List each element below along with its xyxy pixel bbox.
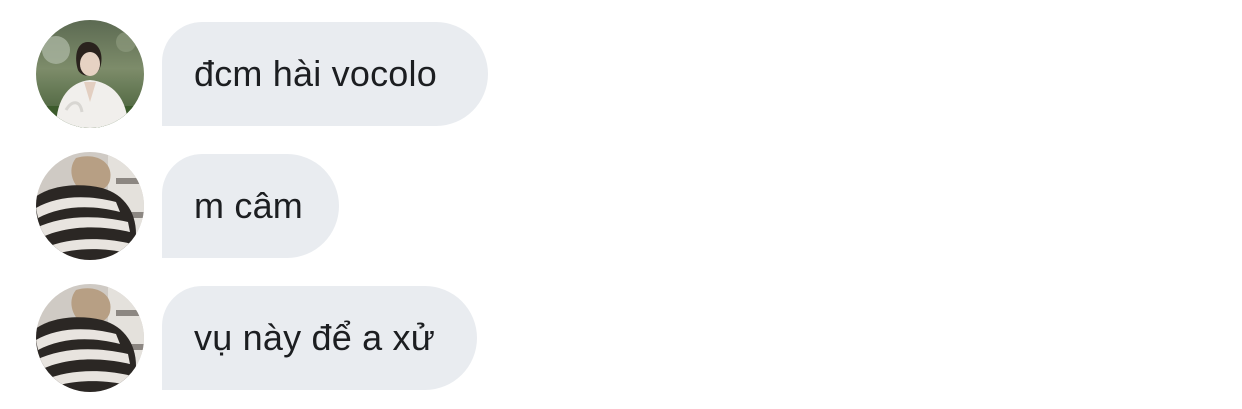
message-bubble[interactable]: vụ này để a xử (162, 286, 477, 390)
message-text: vụ này để a xử (194, 317, 436, 358)
avatar[interactable] (36, 20, 144, 128)
avatar-person-striped-sweater-icon (36, 284, 144, 392)
message-text: m câm (194, 185, 303, 226)
avatar-person-striped-sweater-icon (36, 152, 144, 260)
message-row: m câm (36, 152, 339, 260)
avatar[interactable] (36, 284, 144, 392)
message-text: đcm hài vocolo (194, 53, 437, 94)
avatar-woman-white-shirt-icon (36, 20, 144, 128)
message-row: vụ này để a xử (36, 284, 477, 392)
message-row: đcm hài vocolo (36, 20, 488, 128)
avatar[interactable] (36, 152, 144, 260)
message-list: đcm hài vocolo m câm vụ này để a xử (0, 0, 1242, 409)
message-bubble[interactable]: m câm (162, 154, 339, 258)
message-bubble[interactable]: đcm hài vocolo (162, 22, 488, 126)
